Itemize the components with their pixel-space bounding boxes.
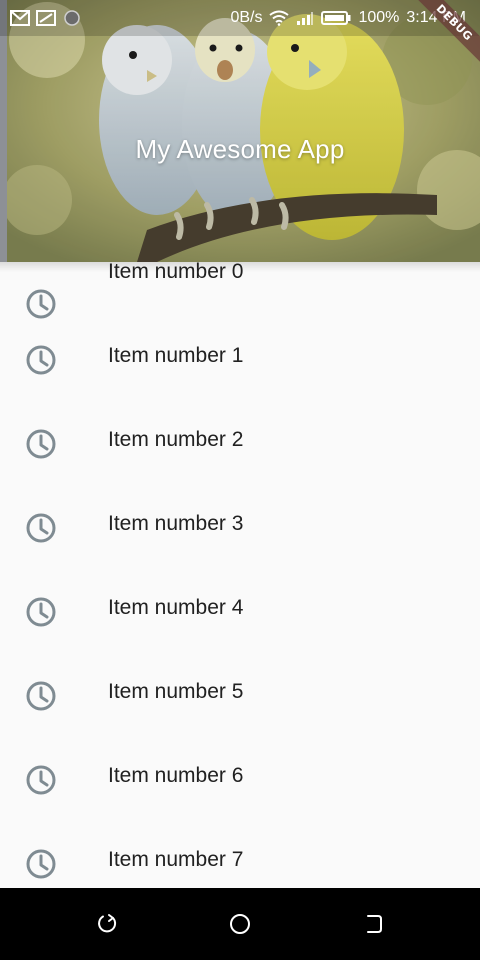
clock-icon: [26, 513, 56, 543]
hero-image-budgerigars: [7, 0, 480, 262]
list-item-label: Item number 5: [108, 680, 244, 703]
recents-icon[interactable]: [361, 912, 385, 936]
battery-icon: [321, 11, 351, 25]
sync-icon: [64, 10, 80, 26]
clock-icon: [26, 289, 56, 319]
wifi-icon: [269, 10, 290, 26]
screenshot-icon: [36, 10, 56, 26]
app-bar-shadow: [0, 262, 480, 272]
app-screen: My Awesome App 0B/s 100% DEBUG Item numb…: [0, 0, 480, 960]
clock-icon: [26, 345, 56, 375]
clock-icon: [26, 597, 56, 627]
list-item[interactable]: Item number 7: [0, 848, 480, 888]
gmail-icon: [10, 10, 30, 26]
list-item[interactable]: Item number 0: [0, 262, 480, 346]
list-item[interactable]: Item number 1: [0, 344, 480, 430]
clock-icon: [26, 429, 56, 459]
clock-icon: [26, 681, 56, 711]
list-item[interactable]: Item number 6: [0, 764, 480, 850]
list-item[interactable]: Item number 4: [0, 596, 480, 682]
list-item-label: Item number 3: [108, 512, 244, 535]
home-icon[interactable]: [228, 912, 252, 936]
item-list[interactable]: Item number 0 Item number 1 Item number …: [0, 262, 480, 888]
network-speed: 0B/s: [230, 9, 263, 26]
clock-icon: [26, 765, 56, 795]
list-item-label: Item number 6: [108, 764, 244, 787]
list-item[interactable]: Item number 5: [0, 680, 480, 766]
status-bar: 0B/s 100% 3:14 PM: [0, 0, 480, 36]
hero-overlay: [7, 0, 480, 262]
status-bar-left: [10, 9, 82, 27]
clock-icon: [26, 849, 56, 879]
navigation-bar: [0, 888, 480, 960]
app-bar-title: My Awesome App: [135, 134, 345, 164]
battery-percent: 100%: [358, 9, 400, 26]
back-icon[interactable]: [95, 912, 119, 936]
list-item-label: Item number 7: [108, 848, 244, 871]
app-bar: My Awesome App: [0, 0, 480, 262]
list-item-label: Item number 4: [108, 596, 244, 619]
list-item[interactable]: Item number 2: [0, 428, 480, 514]
signal-icon: [297, 12, 314, 25]
list-item[interactable]: Item number 3: [0, 512, 480, 598]
list-item-label: Item number 1: [108, 344, 244, 367]
list-item-label: Item number 2: [108, 428, 244, 451]
